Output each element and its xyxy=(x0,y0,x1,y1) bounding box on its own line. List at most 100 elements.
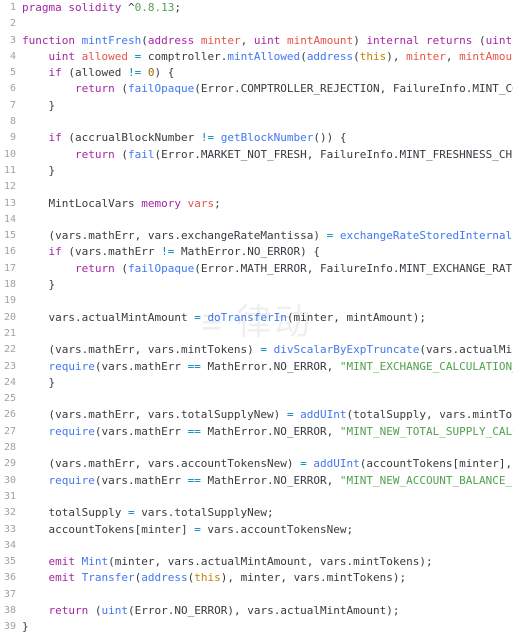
token-pun xyxy=(22,571,49,584)
token-kw: if xyxy=(49,66,62,79)
code-line xyxy=(22,326,513,342)
token-kw: emit xyxy=(49,571,76,584)
token-op: == xyxy=(188,360,201,373)
token-pun xyxy=(22,131,49,144)
token-pun: , xyxy=(446,50,459,63)
code-line: emit Transfer(address(this), minter, var… xyxy=(22,570,513,586)
code-line: pragma solidity ^0.8.13; xyxy=(22,0,513,16)
line-number: 16 xyxy=(0,244,16,260)
token-fn: require xyxy=(49,360,95,373)
token-pun: totalSupply xyxy=(22,506,128,519)
code-line: } xyxy=(22,98,513,114)
token-pun xyxy=(22,604,49,617)
token-fn: mintFresh xyxy=(82,34,142,47)
code-line: totalSupply = vars.totalSupplyNew; xyxy=(22,505,513,521)
line-number: 14 xyxy=(0,212,16,228)
token-pun: (Error.MATH_ERROR, FailureInfo.MINT_EXCH… xyxy=(194,262,513,275)
line-number: 38 xyxy=(0,603,16,619)
token-id: minter xyxy=(201,34,241,47)
token-pun xyxy=(22,50,49,63)
token-kw: emit xyxy=(49,555,76,568)
token-pun: (Error.NO_ERROR), vars.actualMintAmount)… xyxy=(128,604,400,617)
code-line: accountTokens[minter] = vars.accountToke… xyxy=(22,522,513,538)
line-number: 1 xyxy=(0,0,16,16)
token-pun: } xyxy=(22,376,55,389)
code-line: } xyxy=(22,375,513,391)
code-line xyxy=(22,114,513,130)
token-pun: ( xyxy=(115,262,128,275)
code-line: emit Mint(minter, vars.actualMintAmount,… xyxy=(22,554,513,570)
token-pun: (accountTokens[minter], vars.mintTok xyxy=(360,457,513,470)
token-pun xyxy=(22,148,75,161)
code-line xyxy=(22,489,513,505)
code-line xyxy=(22,440,513,456)
line-number: 9 xyxy=(0,130,16,146)
token-pun: ()) { xyxy=(313,131,346,144)
token-pun: (accrualBlockNumber xyxy=(62,131,201,144)
code-editor: 1234567891011121314151617181920212223242… xyxy=(0,0,513,637)
token-pun xyxy=(22,262,75,275)
code-line: if (vars.mathErr != MathError.NO_ERROR) … xyxy=(22,244,513,260)
token-op: = xyxy=(194,311,201,324)
token-pun: (totalSupply, vars.mintTokens); xyxy=(347,408,513,421)
line-number: 26 xyxy=(0,407,16,423)
token-fn: uint xyxy=(102,604,129,617)
token-type: address xyxy=(148,34,194,47)
token-builtin: this xyxy=(360,50,387,63)
code-line: require(vars.mathErr == MathError.NO_ERR… xyxy=(22,473,513,489)
token-id: vars xyxy=(188,197,215,210)
token-pun: (Error.MARKET_NOT_FRESH, FailureInfo.MIN… xyxy=(154,148,513,161)
token-pun: (vars.mathErr xyxy=(62,245,161,258)
token-pun: ( xyxy=(115,148,128,161)
token-builtin: this xyxy=(194,571,221,584)
line-number: 34 xyxy=(0,538,16,554)
code-line xyxy=(22,538,513,554)
token-pun: } xyxy=(22,164,55,177)
code-line: return (failOpaque(Error.COMPTROLLER_REJ… xyxy=(22,81,513,97)
line-number: 35 xyxy=(0,554,16,570)
code-line: (vars.mathErr, vars.accountTokensNew) = … xyxy=(22,456,513,472)
token-pun: ( xyxy=(353,50,360,63)
token-pun: (vars.mathErr xyxy=(95,474,188,487)
line-number: 23 xyxy=(0,359,16,375)
token-pun: ^ xyxy=(121,1,134,14)
token-op: == xyxy=(188,425,201,438)
token-fn: addUInt xyxy=(313,457,359,470)
token-fn: require xyxy=(49,425,95,438)
token-kw: solidity xyxy=(68,1,121,14)
code-line xyxy=(22,587,513,603)
code-line: if (accrualBlockNumber != getBlockNumber… xyxy=(22,130,513,146)
token-str: "MINT_EXCHANGE_CALCULATION_FAILED" xyxy=(340,360,513,373)
line-number: 20 xyxy=(0,310,16,326)
token-pun: (vars.actualMintAmount, xyxy=(419,343,513,356)
token-pun: vars.actualMintAmount xyxy=(22,311,194,324)
token-pun: (Error.COMPTROLLER_REJECTION, FailureInf… xyxy=(194,82,513,95)
token-pun xyxy=(75,555,82,568)
token-pun xyxy=(333,229,340,242)
token-pun: accountTokens[minter] xyxy=(22,523,194,536)
token-pun xyxy=(128,50,135,63)
line-number: 10 xyxy=(0,147,16,163)
token-pun xyxy=(22,360,49,373)
token-kw: memory xyxy=(141,197,181,210)
token-kw: internal xyxy=(366,34,419,47)
code-line: if (allowed != 0) { xyxy=(22,65,513,81)
line-number: 13 xyxy=(0,196,16,212)
token-id: mintAmount xyxy=(287,34,353,47)
code-line xyxy=(22,293,513,309)
token-pun: ( xyxy=(300,50,307,63)
code-line: } xyxy=(22,163,513,179)
line-number: 15 xyxy=(0,228,16,244)
line-number: 39 xyxy=(0,619,16,635)
line-number: 18 xyxy=(0,277,16,293)
token-pun: ; xyxy=(174,1,181,14)
token-str: 0.8.13 xyxy=(135,1,175,14)
token-fn: Mint xyxy=(82,555,109,568)
token-op: != xyxy=(128,66,141,79)
token-pun xyxy=(267,343,274,356)
line-number: 19 xyxy=(0,293,16,309)
token-pun: ), minter, vars.mintTokens); xyxy=(221,571,406,584)
token-fn: Transfer xyxy=(82,571,135,584)
token-pun xyxy=(22,474,49,487)
token-pun: MathError.NO_ERROR, xyxy=(201,474,340,487)
